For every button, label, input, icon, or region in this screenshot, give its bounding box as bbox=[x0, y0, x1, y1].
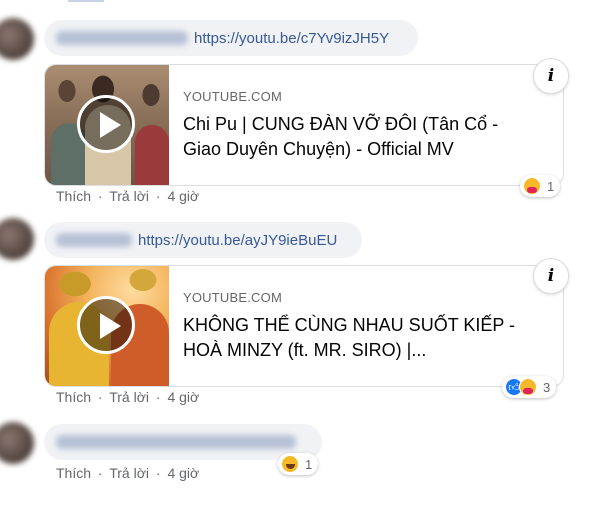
card-domain: YOUTUBE.COM bbox=[183, 290, 282, 305]
avatar[interactable] bbox=[0, 422, 34, 464]
reaction-summary[interactable]: 👍︎ 3 bbox=[502, 376, 557, 398]
separator: · bbox=[97, 389, 103, 405]
reaction-count: 1 bbox=[305, 456, 313, 472]
comment-bubble: https://youtu.be/c7Yv9izJH5Y bbox=[44, 20, 418, 56]
link-preview-card[interactable]: YOUTUBE.COM KHÔNG THỂ CÙNG NHAU SUỐT KIẾ… bbox=[44, 265, 564, 387]
info-icon[interactable]: i bbox=[533, 258, 569, 294]
haha-reaction-icon bbox=[281, 455, 299, 473]
like-link[interactable]: Thích bbox=[56, 465, 91, 481]
info-icon[interactable]: i bbox=[533, 58, 569, 94]
link-preview-card[interactable]: YOUTUBE.COM Chi Pu | CUNG ĐÀN VỠ ĐÔI (Tâ… bbox=[44, 64, 564, 186]
card-text: YOUTUBE.COM Chi Pu | CUNG ĐÀN VỠ ĐÔI (Tâ… bbox=[183, 89, 523, 162]
comment-actions: Thích · Trả lời · 4 giờ bbox=[56, 465, 199, 481]
like-link[interactable]: Thích bbox=[56, 389, 91, 405]
previous-comment-fragment bbox=[56, 0, 176, 6]
reaction-count: 3 bbox=[543, 379, 551, 395]
reply-link[interactable]: Trả lời bbox=[109, 465, 149, 481]
card-domain: YOUTUBE.COM bbox=[183, 89, 282, 104]
separator: · bbox=[155, 465, 161, 481]
comment-bubble bbox=[44, 424, 322, 460]
separator: · bbox=[97, 188, 103, 204]
comment-link[interactable]: https://youtu.be/ayJY9ieBuEU bbox=[138, 232, 337, 249]
video-thumbnail[interactable] bbox=[45, 65, 169, 185]
play-icon[interactable] bbox=[77, 95, 135, 153]
commenter-name[interactable] bbox=[56, 233, 132, 247]
reaction-summary[interactable]: 1 bbox=[520, 175, 561, 197]
timestamp[interactable]: 4 giờ bbox=[167, 188, 199, 204]
comment-actions: Thích · Trả lời · 4 giờ bbox=[56, 389, 199, 405]
card-title[interactable]: Chi Pu | CUNG ĐÀN VỠ ĐÔI (Tân Cổ - Giao … bbox=[183, 112, 523, 162]
separator: · bbox=[155, 188, 161, 204]
reply-link[interactable]: Trả lời bbox=[109, 188, 149, 204]
card-title[interactable]: KHÔNG THỂ CÙNG NHAU SUỐT KIẾP - HOÀ MINZ… bbox=[183, 313, 523, 363]
care-reaction-icon bbox=[519, 378, 537, 396]
comment-actions: Thích · Trả lời · 4 giờ bbox=[56, 188, 199, 204]
timestamp[interactable]: 4 giờ bbox=[167, 389, 199, 405]
comment-bubble: https://youtu.be/ayJY9ieBuEU bbox=[44, 222, 362, 258]
separator: · bbox=[97, 465, 103, 481]
avatar[interactable] bbox=[0, 218, 34, 260]
commenter-name[interactable] bbox=[56, 31, 188, 45]
reaction-count: 1 bbox=[547, 178, 555, 194]
play-icon[interactable] bbox=[77, 296, 135, 354]
card-text: YOUTUBE.COM KHÔNG THỂ CÙNG NHAU SUỐT KIẾ… bbox=[183, 290, 523, 363]
video-thumbnail[interactable] bbox=[45, 266, 169, 386]
avatar[interactable] bbox=[0, 18, 34, 60]
reply-link[interactable]: Trả lời bbox=[109, 389, 149, 405]
separator: · bbox=[155, 389, 161, 405]
timestamp[interactable]: 4 giờ bbox=[167, 465, 199, 481]
care-reaction-icon bbox=[523, 177, 541, 195]
comment-text-blurred bbox=[56, 435, 296, 449]
reaction-summary[interactable]: 1 bbox=[278, 453, 319, 475]
like-link[interactable]: Thích bbox=[56, 188, 91, 204]
comment-link[interactable]: https://youtu.be/c7Yv9izJH5Y bbox=[194, 30, 389, 47]
